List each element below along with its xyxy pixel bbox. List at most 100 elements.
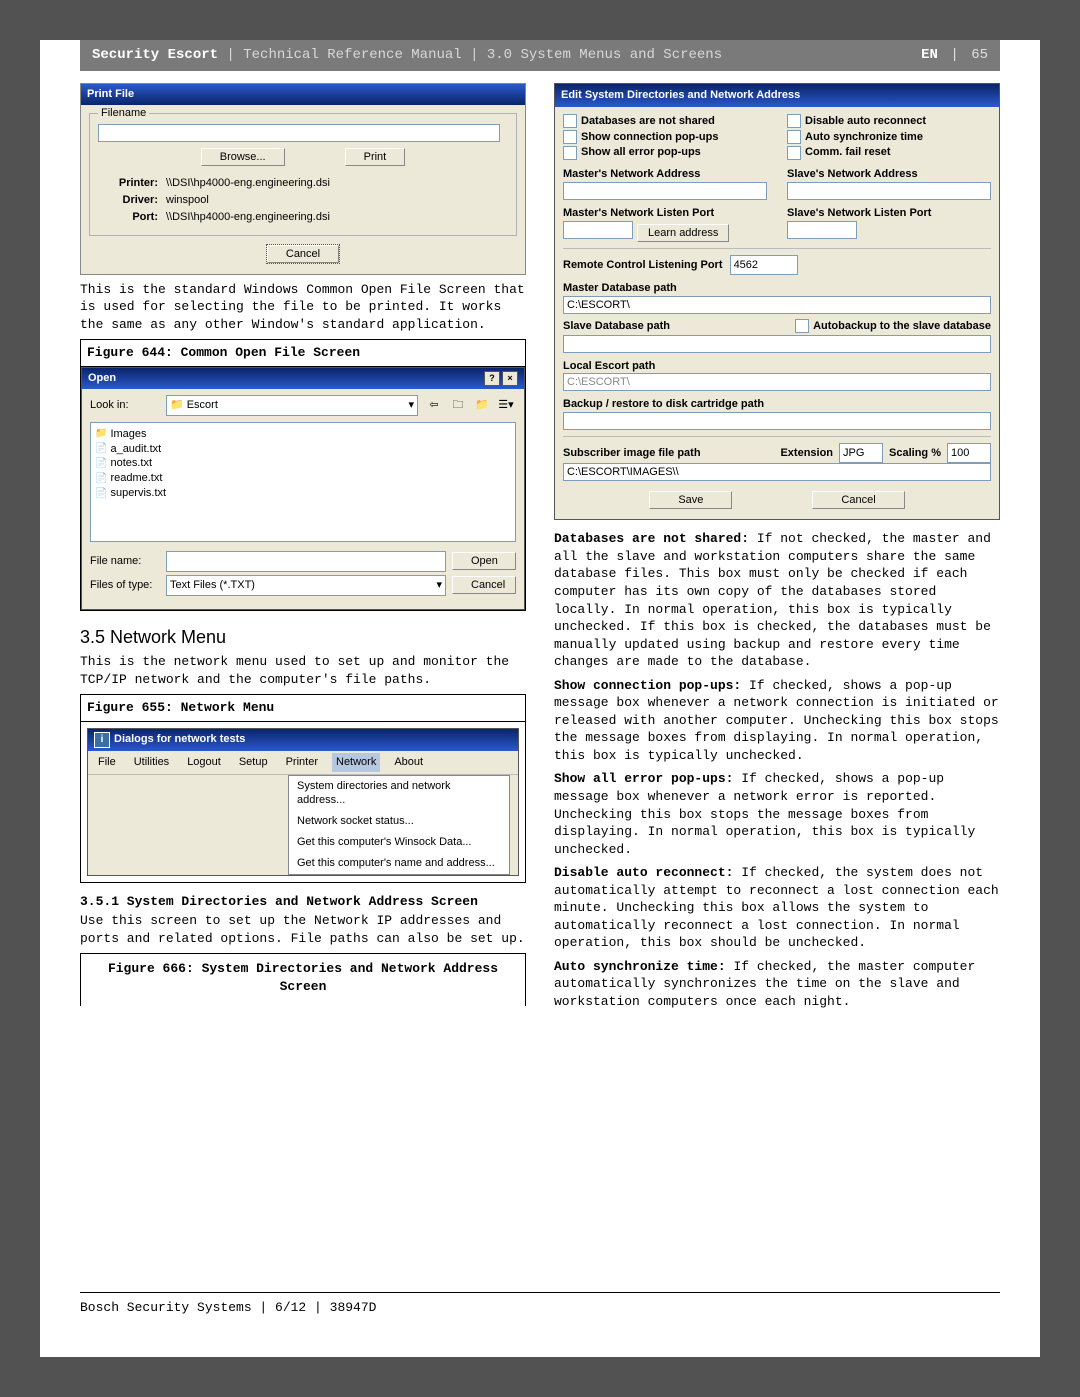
submenu-item[interactable]: Get this computer's name and address... xyxy=(289,853,509,874)
file-type-combo[interactable]: Text Files (*.TXT)▾ xyxy=(166,575,446,596)
chk-db-not-shared[interactable] xyxy=(563,114,577,128)
section-3-5-text: This is the network menu used to set up … xyxy=(80,653,526,688)
file-type-label: Files of type: xyxy=(90,578,160,593)
slave-db-label: Slave Database path xyxy=(563,319,670,334)
print-explain: This is the standard Windows Common Open… xyxy=(80,281,526,334)
driver-label: Driver: xyxy=(98,193,158,208)
section-3-5-1: 3.5.1 System Directories and Network Add… xyxy=(80,893,526,911)
chk-show-conn[interactable] xyxy=(563,130,577,144)
menu-bar: File Utilities Logout Setup Printer Netw… xyxy=(88,751,518,775)
save-button[interactable]: Save xyxy=(649,491,732,509)
figure-644: Figure 644: Common Open File Screen Open… xyxy=(80,339,526,611)
figure-644-caption: Figure 644: Common Open File Screen xyxy=(81,340,525,367)
master-port-input[interactable] xyxy=(563,221,633,239)
up-icon[interactable]: 🗀 xyxy=(448,395,468,415)
local-escort-label: Local Escort path xyxy=(563,359,991,374)
scale-label: Scaling % xyxy=(889,446,941,461)
chk-auto-sync[interactable] xyxy=(787,130,801,144)
header-product: Security Escort xyxy=(92,47,218,63)
section-3-5-1-text: Use this screen to set up the Network IP… xyxy=(80,912,526,947)
look-in-combo[interactable]: Escort ▾ xyxy=(166,395,418,416)
chk-show-err[interactable] xyxy=(563,146,577,160)
printer-value: \\DSI\hp4000-eng.engineering.dsi xyxy=(166,176,330,191)
scale-input[interactable] xyxy=(947,443,991,463)
submenu-item[interactable]: Get this computer's Winsock Data... xyxy=(289,832,509,853)
open-button[interactable]: Open xyxy=(452,552,516,570)
open-title-text: Open xyxy=(88,371,116,386)
term1-text: If not checked, the master and all the s… xyxy=(554,531,991,669)
port-value: \\DSI\hp4000-eng.engineering.dsi xyxy=(166,210,330,225)
header-doc: | Technical Reference Manual | 3.0 Syste… xyxy=(218,47,722,63)
slave-addr-label: Slave's Network Address xyxy=(787,167,991,182)
open-dialog: Open ?× Look in: Escort ▾ ⇦ 🗀 xyxy=(81,367,525,610)
master-db-input[interactable] xyxy=(563,296,991,314)
term4-label: Disable auto reconnect: xyxy=(554,865,733,880)
file-name-label: File name: xyxy=(90,554,160,569)
folder-icon: 📁 xyxy=(95,427,107,441)
ext-label: Extension xyxy=(780,446,833,461)
file-name-input[interactable] xyxy=(166,551,446,572)
menu-utilities[interactable]: Utilities xyxy=(130,753,173,772)
file-list[interactable]: 📁Images 📄a_audit.txt 📄notes.txt 📄readme.… xyxy=(90,422,516,542)
new-folder-icon[interactable]: 📁 xyxy=(472,395,492,415)
figure-655: Figure 655: Network Menu i Dialogs for n… xyxy=(80,694,526,883)
print-button[interactable]: Print xyxy=(345,148,406,166)
network-tests-dialog: i Dialogs for network tests File Utiliti… xyxy=(87,728,519,876)
driver-value: winspool xyxy=(166,193,209,208)
print-cancel-button[interactable]: Cancel xyxy=(267,245,339,263)
look-in-label: Look in: xyxy=(90,398,160,413)
menu-file[interactable]: File xyxy=(94,753,120,772)
filename-input[interactable] xyxy=(98,124,500,142)
slave-addr-input[interactable] xyxy=(787,182,991,200)
ext-input[interactable] xyxy=(839,443,883,463)
list-item: 📄notes.txt xyxy=(95,456,511,471)
menu-logout[interactable]: Logout xyxy=(183,753,225,772)
remote-port-input[interactable] xyxy=(730,255,798,275)
txt-icon: 📄 xyxy=(95,487,107,501)
sub-img-label: Subscriber image file path xyxy=(563,446,701,461)
info-icon: i xyxy=(94,732,110,748)
edit-sys-dir-title: Edit System Directories and Network Addr… xyxy=(555,84,999,107)
browse-button[interactable]: Browse... xyxy=(201,148,285,166)
slave-db-input[interactable] xyxy=(563,335,991,353)
master-addr-input[interactable] xyxy=(563,182,767,200)
printer-label: Printer: xyxy=(98,176,158,191)
chk-disable-auto[interactable] xyxy=(787,114,801,128)
slave-port-label: Slave's Network Listen Port xyxy=(787,206,991,221)
close-icon[interactable]: × xyxy=(502,371,518,386)
chk-autobackup[interactable] xyxy=(795,319,809,333)
learn-address-button[interactable]: Learn address xyxy=(637,224,729,242)
network-tests-title: Dialogs for network tests xyxy=(114,732,245,747)
help-icon[interactable]: ? xyxy=(484,371,500,386)
list-item: 📄supervis.txt xyxy=(95,486,511,501)
page-header: Security Escort | Technical Reference Ma… xyxy=(80,40,1000,71)
term3-label: Show all error pop-ups: xyxy=(554,771,733,786)
submenu-item[interactable]: System directories and network address..… xyxy=(289,776,509,812)
chk-comm-fail[interactable] xyxy=(787,146,801,160)
slave-port-input[interactable] xyxy=(787,221,857,239)
print-file-dialog: Print File Filename Browse... Print Prin… xyxy=(80,83,526,275)
term2-label: Show connection pop-ups: xyxy=(554,678,741,693)
list-item: 📄readme.txt xyxy=(95,471,511,486)
master-port-label: Master's Network Listen Port xyxy=(563,206,767,221)
figure-655-caption: Figure 655: Network Menu xyxy=(81,695,525,722)
menu-setup[interactable]: Setup xyxy=(235,753,272,772)
view-icon[interactable]: ☰▾ xyxy=(496,395,516,415)
list-item: 📄a_audit.txt xyxy=(95,442,511,457)
menu-printer[interactable]: Printer xyxy=(282,753,322,772)
menu-network[interactable]: Network xyxy=(332,753,380,772)
sub-img-input[interactable] xyxy=(563,463,991,481)
filename-group-label: Filename xyxy=(98,106,149,121)
open-cancel-button[interactable]: Cancel xyxy=(452,576,516,594)
back-icon[interactable]: ⇦ xyxy=(424,395,444,415)
sys-cancel-button[interactable]: Cancel xyxy=(812,491,904,509)
menu-about[interactable]: About xyxy=(390,753,427,772)
backup-path-input[interactable] xyxy=(563,412,991,430)
remote-port-label: Remote Control Listening Port xyxy=(563,258,723,273)
section-3-5: 3.5 Network Menu xyxy=(80,625,526,649)
port-label: Port: xyxy=(98,210,158,225)
header-lang: EN xyxy=(921,47,938,63)
local-escort-input[interactable] xyxy=(563,373,991,391)
figure-666: Figure 666: System Directories and Netwo… xyxy=(80,953,526,1005)
submenu-item[interactable]: Network socket status... xyxy=(289,811,509,832)
